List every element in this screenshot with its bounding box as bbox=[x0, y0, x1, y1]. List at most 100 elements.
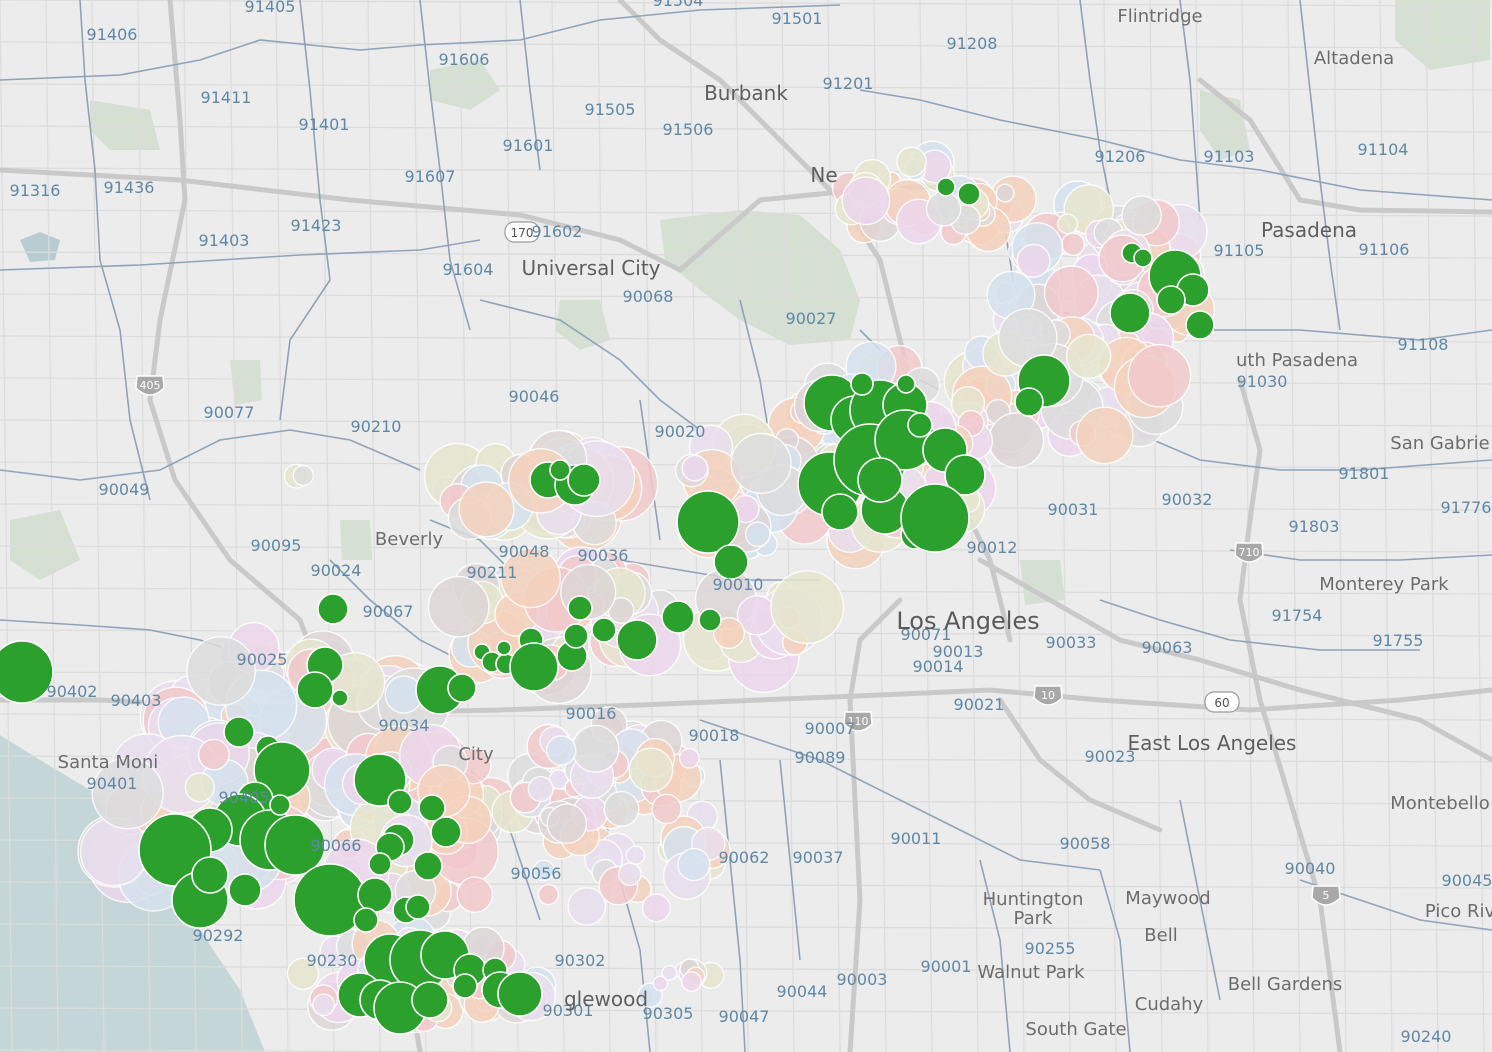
location-bubble[interactable] bbox=[681, 971, 703, 993]
highlighted-location-bubble[interactable] bbox=[676, 490, 740, 554]
highlighted-location-bubble[interactable] bbox=[228, 873, 262, 907]
highlighted-location-bubble[interactable] bbox=[857, 457, 903, 503]
location-bubble[interactable] bbox=[1121, 195, 1162, 236]
highlighted-location-bubble[interactable] bbox=[850, 372, 874, 396]
zip-code-label: 91423 bbox=[291, 216, 342, 235]
location-bubble[interactable] bbox=[681, 454, 709, 482]
highlighted-location-bubble[interactable] bbox=[1156, 285, 1186, 315]
highlighted-location-bubble[interactable] bbox=[509, 642, 559, 692]
highlighted-location-bubble[interactable] bbox=[497, 971, 543, 1017]
location-bubble[interactable] bbox=[988, 412, 1045, 469]
highlighted-location-bubble[interactable] bbox=[317, 593, 349, 625]
highlighted-location-bubble[interactable] bbox=[430, 816, 462, 848]
highlighted-location-bubble[interactable] bbox=[331, 689, 349, 707]
location-bubble[interactable] bbox=[458, 481, 515, 538]
highlighted-location-bubble[interactable] bbox=[413, 851, 443, 881]
highlighted-location-bubble[interactable] bbox=[447, 673, 477, 703]
highlighted-location-bubble[interactable] bbox=[1014, 387, 1044, 417]
highlighted-location-bubble[interactable] bbox=[821, 493, 859, 531]
location-bubble[interactable] bbox=[571, 724, 620, 773]
location-bubble[interactable] bbox=[651, 793, 682, 825]
highlighted-location-bubble[interactable] bbox=[0, 640, 54, 704]
zip-code-label: 90210 bbox=[351, 417, 402, 436]
highlighted-location-bubble[interactable] bbox=[549, 459, 571, 481]
location-bubble[interactable] bbox=[896, 146, 927, 178]
highlighted-location-bubble[interactable] bbox=[191, 856, 229, 894]
location-bubble[interactable] bbox=[567, 887, 607, 926]
highlighted-location-bubble[interactable] bbox=[357, 877, 393, 913]
zip-code-label: 91755 bbox=[1373, 631, 1424, 650]
city-label: San Gabrie bbox=[1390, 433, 1489, 454]
location-bubble[interactable] bbox=[925, 190, 962, 227]
location-bubble[interactable] bbox=[641, 893, 671, 923]
location-bubble[interactable] bbox=[1127, 343, 1192, 408]
highlighted-location-bubble[interactable] bbox=[1133, 248, 1153, 268]
location-bubble[interactable] bbox=[1057, 213, 1079, 235]
zip-code-label: 91606 bbox=[439, 50, 490, 69]
highlighted-location-bubble[interactable] bbox=[567, 595, 593, 621]
location-bubble[interactable] bbox=[770, 570, 845, 644]
location-bubble[interactable] bbox=[292, 464, 314, 487]
highlighted-location-bubble[interactable] bbox=[563, 623, 589, 649]
location-bubble[interactable] bbox=[841, 176, 891, 226]
highlighted-location-bubble[interactable] bbox=[496, 640, 512, 656]
location-bubble[interactable] bbox=[456, 876, 494, 914]
location-bubble[interactable] bbox=[545, 735, 577, 766]
location-bubble[interactable] bbox=[184, 772, 215, 803]
location-bubble[interactable] bbox=[527, 775, 554, 803]
highlighted-location-bubble[interactable] bbox=[661, 600, 695, 634]
location-bubble[interactable] bbox=[730, 432, 792, 494]
highlighted-location-bubble[interactable] bbox=[713, 544, 749, 580]
highlighted-location-bubble[interactable] bbox=[907, 412, 933, 438]
location-bubble[interactable] bbox=[678, 747, 700, 769]
location-bubble[interactable] bbox=[312, 993, 336, 1017]
location-bubble[interactable] bbox=[603, 790, 640, 827]
location-bubble[interactable] bbox=[186, 636, 257, 706]
location-bubble[interactable] bbox=[744, 521, 771, 548]
highlighted-location-bubble[interactable] bbox=[616, 619, 658, 661]
location-bubble[interactable] bbox=[1061, 232, 1086, 257]
location-bubble[interactable] bbox=[79, 816, 150, 887]
highlighted-location-bubble[interactable] bbox=[896, 374, 916, 394]
highlighted-location-bubble[interactable] bbox=[269, 794, 291, 816]
city-label: East Los Angeles bbox=[1128, 731, 1297, 755]
location-bubble[interactable] bbox=[625, 845, 646, 866]
location-bubble[interactable] bbox=[1043, 265, 1099, 321]
highlighted-location-bubble[interactable] bbox=[567, 463, 601, 497]
highlighted-location-bubble[interactable] bbox=[405, 894, 431, 920]
location-bubble[interactable] bbox=[652, 975, 669, 992]
highlighted-location-bubble[interactable] bbox=[296, 671, 334, 709]
street-line bbox=[1471, 0, 1485, 1052]
zip-code-label: 90011 bbox=[891, 829, 942, 848]
highlighted-location-bubble[interactable] bbox=[957, 182, 981, 206]
highlighted-location-bubble[interactable] bbox=[591, 617, 617, 643]
highlighted-location-bubble[interactable] bbox=[936, 177, 956, 197]
map-svg[interactable]: 40517011010607105 91405 91504915019120891… bbox=[0, 0, 1492, 1052]
highlighted-location-bubble[interactable] bbox=[368, 852, 392, 876]
location-bubble[interactable] bbox=[1065, 333, 1112, 380]
highlighted-location-bubble[interactable] bbox=[1109, 292, 1151, 334]
location-bubble[interactable] bbox=[617, 862, 642, 887]
location-bubble[interactable] bbox=[1075, 406, 1134, 465]
highlighted-location-bubble[interactable] bbox=[698, 608, 722, 632]
highlighted-location-bubble[interactable] bbox=[411, 981, 449, 1019]
zip-code-label: 90067 bbox=[363, 602, 414, 621]
highlighted-location-bubble[interactable] bbox=[223, 716, 255, 748]
highlighted-location-bubble[interactable] bbox=[353, 907, 379, 933]
location-bubble[interactable] bbox=[995, 183, 1015, 203]
highlighted-location-bubble[interactable] bbox=[900, 483, 970, 553]
street-line bbox=[0, 125, 1492, 133]
zip-code-label: 91201 bbox=[823, 74, 874, 93]
location-bubble[interactable] bbox=[677, 847, 711, 882]
map-canvas[interactable]: 405 170 110 10 60 710 5 91405 91504 91501 91208 91… bbox=[0, 0, 1492, 1052]
location-bubble[interactable] bbox=[537, 883, 560, 906]
location-bubble[interactable] bbox=[427, 575, 490, 638]
location-bubble[interactable] bbox=[197, 738, 230, 771]
location-bubble[interactable] bbox=[1016, 243, 1051, 278]
zip-code-label: 90020 bbox=[655, 422, 706, 441]
highlighted-location-bubble[interactable] bbox=[452, 973, 478, 999]
location-bubble[interactable] bbox=[546, 803, 588, 845]
highlighted-location-bubble[interactable] bbox=[387, 789, 413, 815]
highlighted-location-bubble[interactable] bbox=[1185, 310, 1215, 340]
location-bubble[interactable] bbox=[628, 747, 674, 793]
